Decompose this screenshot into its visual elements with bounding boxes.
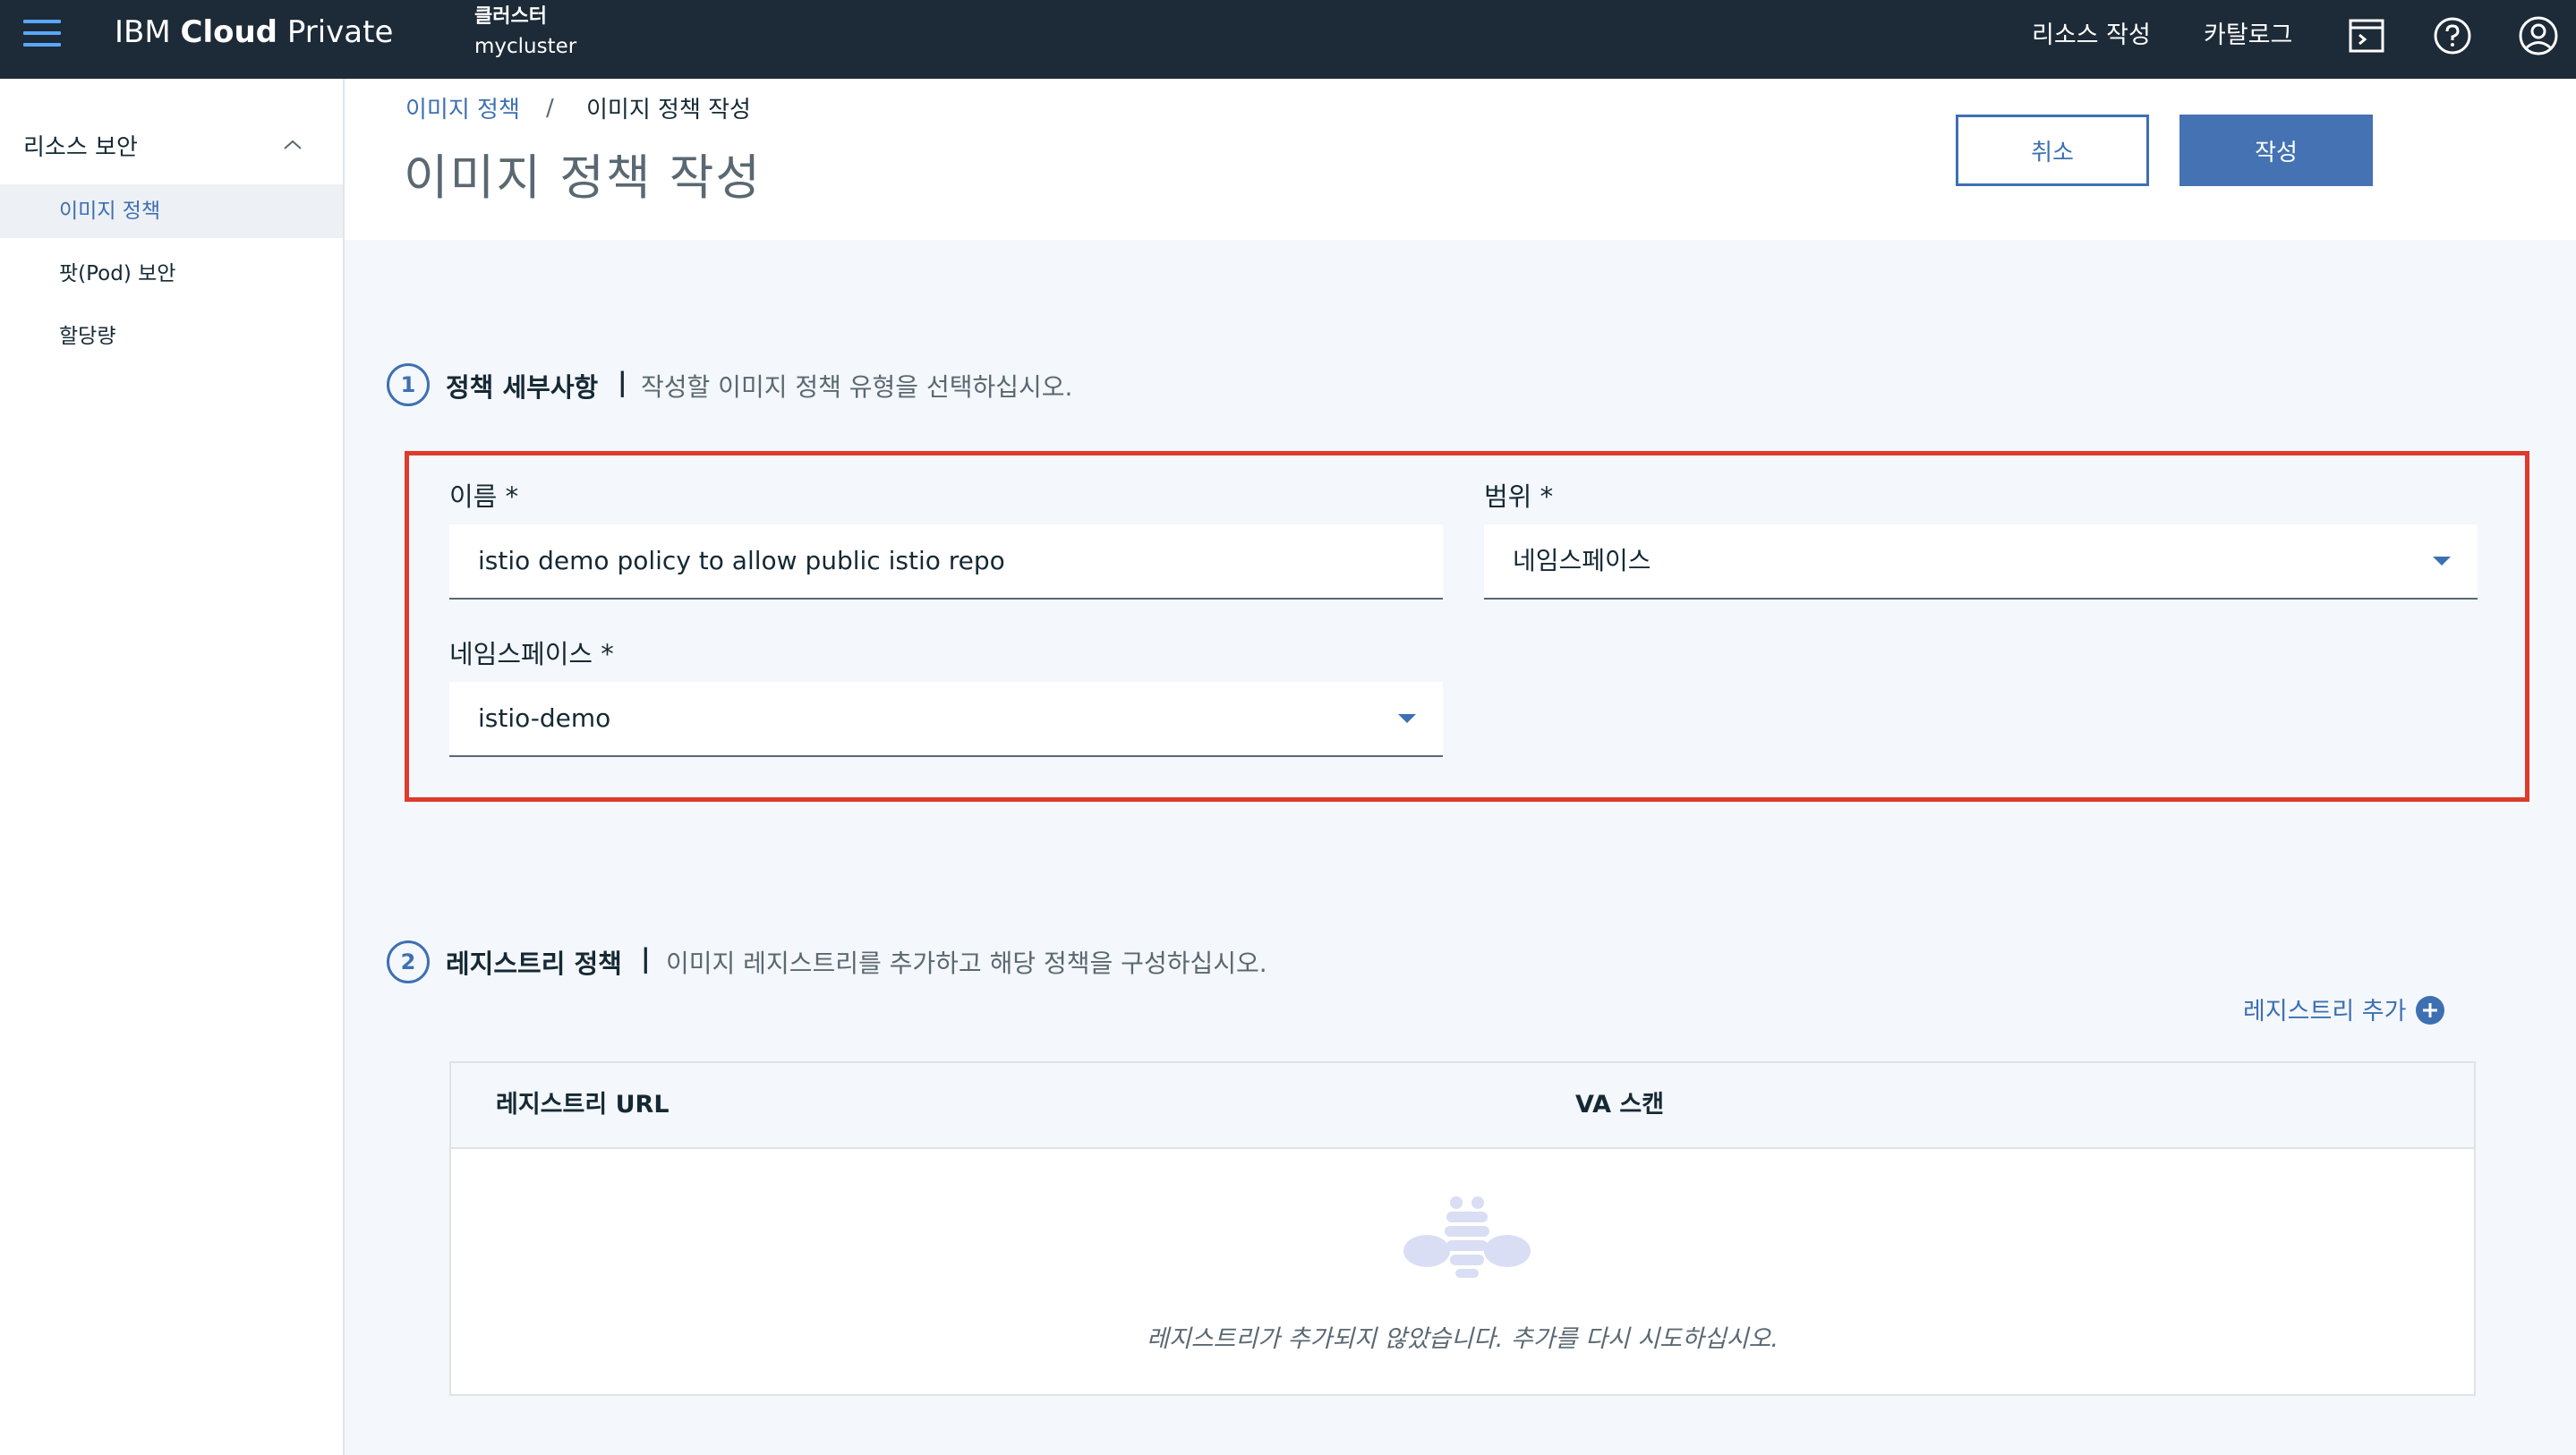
sidebar-item-image-policy[interactable]: 이미지 정책 [0, 184, 343, 238]
cluster-selector[interactable]: 클러스터 mycluster [474, 4, 576, 63]
cancel-button[interactable]: 취소 [1956, 115, 2149, 186]
add-registry-link[interactable]: 레지스트리 추가 [2243, 991, 2406, 1026]
add-circle-icon[interactable] [2415, 995, 2445, 1025]
section-title-policy-details: 정책 세부사항 [446, 372, 599, 403]
section-description: 작성할 이미지 정책 유형을 선택하십시오. [641, 372, 1073, 402]
section-description: 이미지 레지스트리를 추가하고 해당 정책을 구성하십시오. [666, 949, 1267, 978]
help-icon[interactable] [2431, 14, 2474, 57]
step-number-2: 2 [387, 940, 430, 983]
sidebar-item-quota[interactable]: 할당량 [0, 310, 343, 363]
bee-icon [1403, 1196, 1531, 1278]
sidebar: 리소스 보안 이미지 정책 팟(Pod) 보안 할당량 [0, 79, 345, 1455]
name-field-label: 이름 * [449, 481, 519, 512]
breadcrumb-separator: / [546, 95, 554, 122]
breadcrumb-current: 이미지 정책 작성 [586, 97, 751, 123]
catalog-link[interactable]: 카탈로그 [2204, 18, 2292, 54]
page-title: 이미지 정책 작성 [404, 149, 763, 206]
caret-down-icon [1398, 714, 1416, 723]
scope-select-value: 네임스페이스 [1513, 546, 1651, 575]
top-navigation-bar: IBM Cloud Private 클러스터 mycluster 리소스 작성 … [0, 0, 2576, 79]
scope-select[interactable]: 네임스페이스 [1484, 524, 2478, 600]
breadcrumb-image-policy[interactable]: 이미지 정책 [405, 91, 520, 124]
sidebar-item-pod-security[interactable]: 팟(Pod) 보안 [0, 247, 343, 301]
create-resource-link[interactable]: 리소스 작성 [2032, 18, 2151, 54]
caret-down-icon [2433, 557, 2451, 566]
namespace-select[interactable]: istio-demo [449, 682, 1443, 757]
section-title-registry-policy: 레지스트리 정책 [446, 949, 622, 979]
step-number-1: 1 [387, 363, 430, 406]
page-header: 이미지 정책 / 이미지 정책 작성 이미지 정책 작성 취소 작성 [345, 79, 2576, 240]
table-header: 레지스트리 URL VA 스캔 [451, 1063, 2474, 1149]
name-input[interactable]: istio demo policy to allow public istio … [449, 524, 1443, 600]
menu-icon[interactable] [23, 20, 61, 55]
name-input-value: istio demo policy to allow public istio … [478, 546, 1005, 575]
empty-state-message: 레지스트리가 추가되지 않았습니다. 추가를 다시 시도하십시오. [1147, 1325, 1778, 1353]
column-header-va-scan[interactable]: VA 스캔 [1575, 1063, 1664, 1147]
cluster-label: 클러스터 [474, 5, 547, 28]
registry-table: 레지스트리 URL VA 스캔 레지스트리가 추가되지 않았습니다. 추가를 다… [449, 1061, 2476, 1396]
section-divider: | [641, 943, 651, 974]
terminal-icon[interactable] [2345, 14, 2388, 57]
create-button[interactable]: 작성 [2179, 115, 2373, 186]
brand-logo[interactable]: IBM Cloud Private [115, 14, 393, 50]
column-header-registry-url[interactable]: 레지스트리 URL [496, 1063, 670, 1147]
chevron-up-icon[interactable] [281, 138, 304, 152]
section-divider: | [618, 367, 627, 397]
sidebar-section-resource-security[interactable]: 리소스 보안 [23, 129, 138, 162]
user-icon[interactable] [2517, 14, 2560, 57]
cluster-name: mycluster [474, 35, 577, 58]
scope-field-label: 범위 * [1484, 481, 1554, 512]
namespace-select-value: istio-demo [478, 703, 611, 733]
namespace-field-label: 네임스페이스 * [449, 639, 614, 669]
